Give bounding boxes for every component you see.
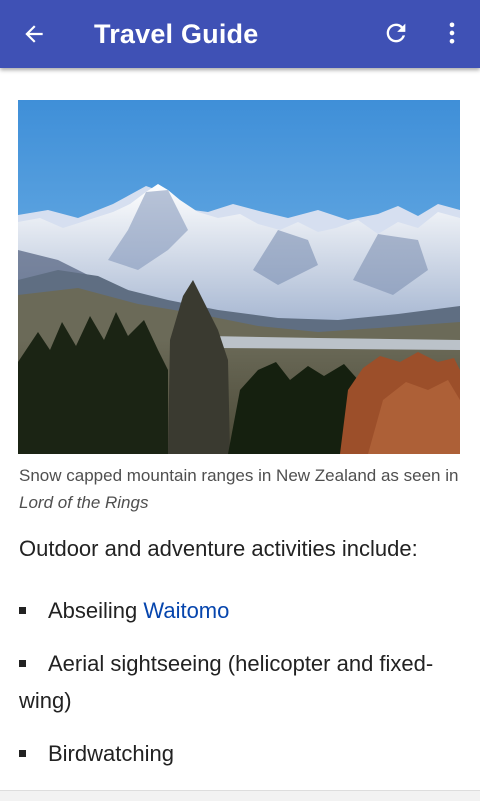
caption-text: Snow capped mountain ranges in New Zeala… bbox=[19, 466, 459, 485]
activities-list: Abseiling Waitomo Aerial sightseeing (he… bbox=[19, 592, 459, 788]
list-item: Birdwatching bbox=[19, 735, 459, 772]
image-caption: Snow capped mountain ranges in New Zeala… bbox=[19, 462, 467, 516]
back-button[interactable] bbox=[14, 14, 54, 54]
article-content[interactable]: Snow capped mountain ranges in New Zeala… bbox=[0, 68, 480, 800]
waitomo-link[interactable]: Waitomo bbox=[143, 598, 229, 623]
more-options-button[interactable] bbox=[432, 12, 472, 54]
list-item: Aerial sightseeing (helicopter and fixed… bbox=[19, 645, 459, 719]
bottom-divider bbox=[0, 790, 480, 801]
list-item-text: Aerial sightseeing (helicopter and fixed… bbox=[19, 651, 434, 713]
bullet-icon bbox=[19, 749, 26, 757]
activities-intro: Outdoor and adventure activities include… bbox=[19, 536, 418, 561]
more-vert-icon bbox=[449, 22, 455, 44]
list-item-text: Birdwatching bbox=[48, 741, 174, 766]
bullet-icon bbox=[19, 606, 26, 614]
refresh-button[interactable] bbox=[375, 12, 417, 54]
app-title: Travel Guide bbox=[94, 19, 259, 49]
list-item: Abseiling Waitomo bbox=[19, 592, 459, 629]
arrow-back-icon bbox=[25, 25, 43, 43]
bullet-icon bbox=[19, 659, 26, 667]
list-item-text: Abseiling bbox=[48, 598, 144, 623]
refresh-icon bbox=[386, 23, 406, 43]
caption-italic-text: Lord of the Rings bbox=[19, 493, 149, 512]
mountain-photo[interactable] bbox=[18, 100, 460, 454]
app-bar: Travel Guide bbox=[0, 0, 480, 68]
